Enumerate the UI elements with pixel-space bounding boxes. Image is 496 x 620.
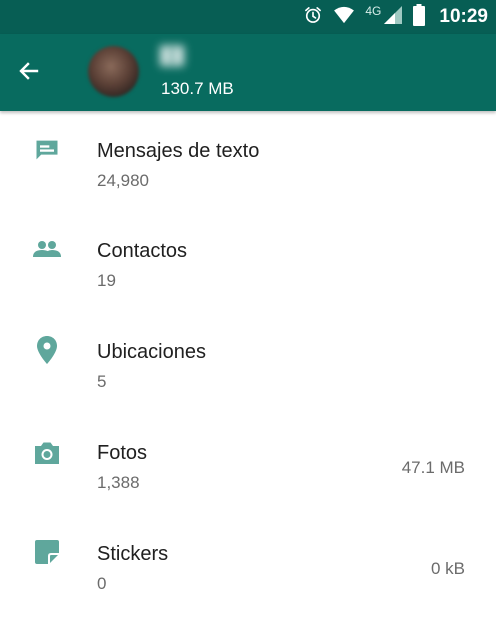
item-count: 5 [97,372,107,391]
message-icon [30,133,64,167]
contacts-icon [30,232,64,266]
list-item-contactos[interactable]: Contactos 19 [0,212,496,313]
list-item-ubicaciones[interactable]: Ubicaciones 5 [0,313,496,414]
location-pin-icon [30,333,64,367]
sticker-icon [30,535,64,569]
network-type-label: 4G [365,4,382,18]
battery-icon [413,3,426,31]
contact-name-blurred: ██ [160,46,185,65]
back-button[interactable] [12,56,46,90]
item-title: Contactos [97,240,188,262]
item-count: 0 [97,574,107,593]
item-count: 1,388 [97,473,140,492]
status-bar: 4G 10:29 [0,0,496,34]
list-item-fotos[interactable]: Fotos 1,388 47.1 MB [0,414,496,515]
status-icons: 4G 10:29 [303,0,488,34]
item-size: 47.1 MB [401,458,465,477]
avatar[interactable] [88,46,139,97]
back-arrow-icon [17,59,41,88]
item-title: Mensajes de texto [97,140,260,162]
total-size: 130.7 MB [161,79,234,98]
camera-icon [30,436,64,470]
status-time: 10:29 [439,6,488,27]
item-title: Fotos [97,442,148,464]
item-title: Stickers [97,543,169,565]
storage-item-list: Mensajes de texto 24,980 Contactos 19 Ub… [0,111,496,616]
item-count: 24,980 [97,171,149,190]
item-count: 19 [97,271,116,290]
list-item-mensajes[interactable]: Mensajes de texto 24,980 [0,111,496,212]
item-title: Ubicaciones [97,341,206,363]
app-bar: ██ 130.7 MB [0,34,496,111]
alarm-icon [303,5,323,30]
item-size: 0 kB [430,559,465,578]
list-item-stickers[interactable]: Stickers 0 0 kB [0,515,496,616]
cell-signal-icon [383,5,403,30]
wifi-icon [333,6,355,29]
